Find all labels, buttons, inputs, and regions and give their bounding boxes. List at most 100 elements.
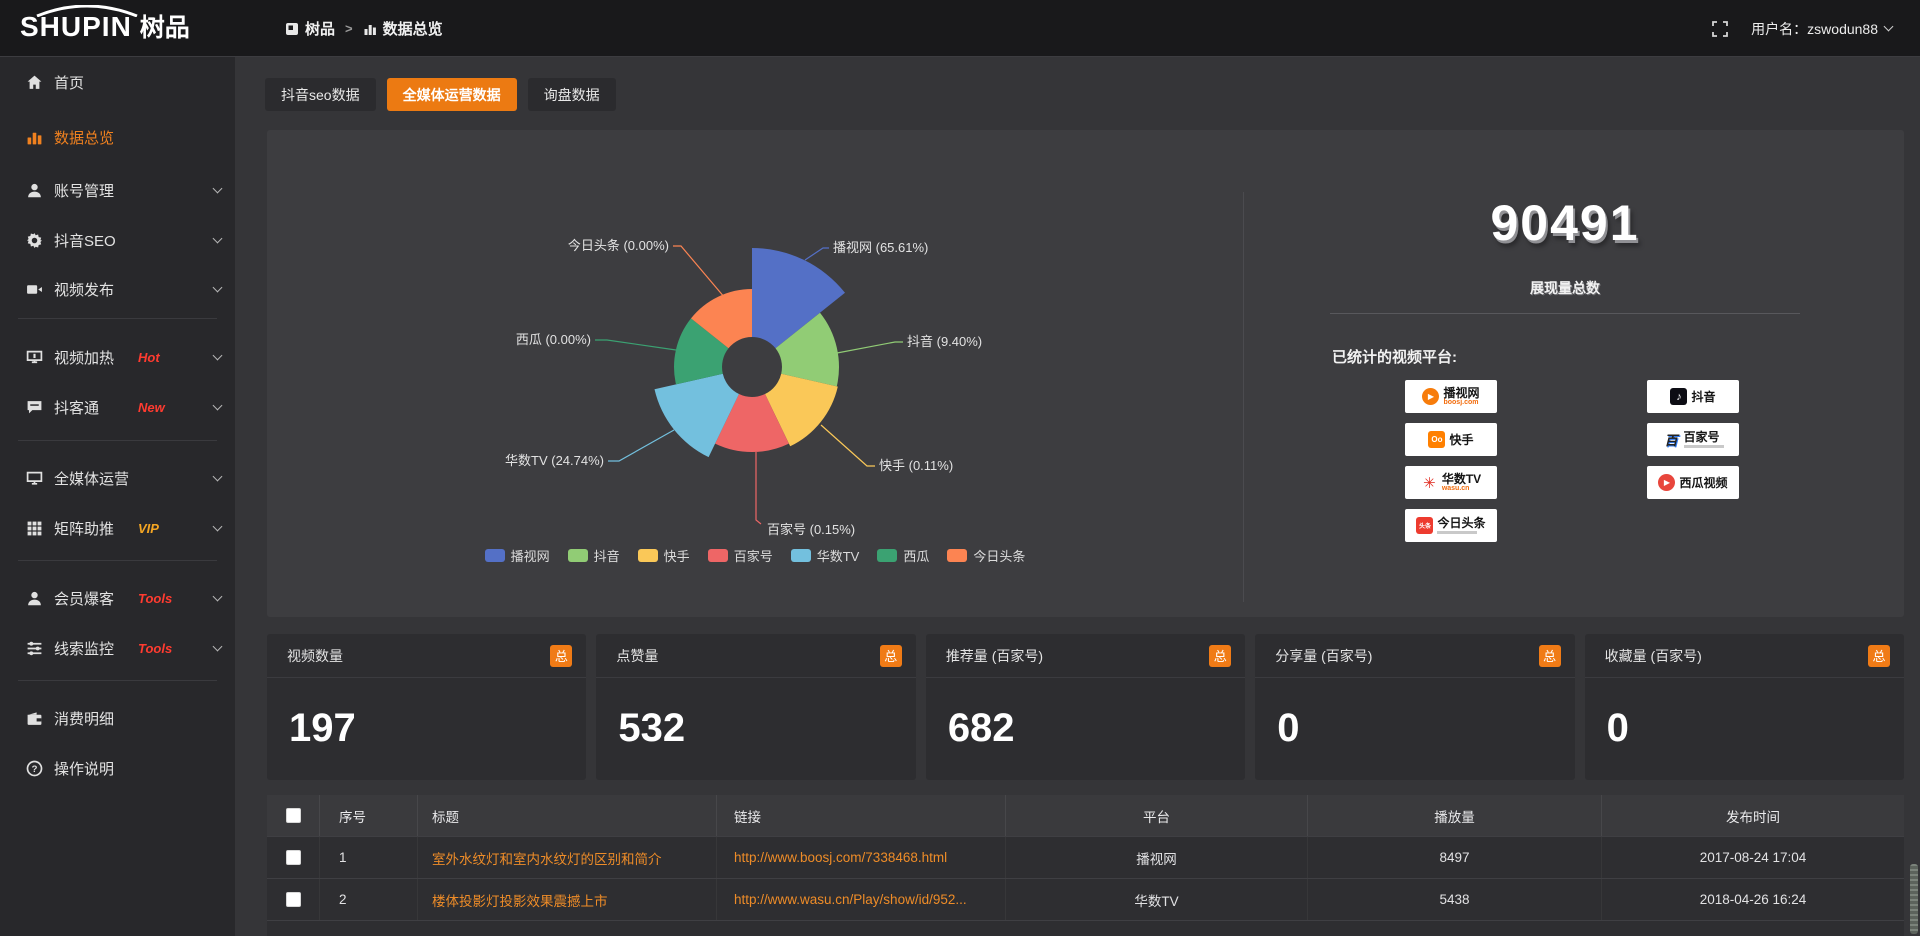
bar-chart-icon: [26, 129, 43, 146]
header-cell-标题: 标题: [417, 795, 716, 836]
legend-swatch: [877, 549, 897, 562]
question-icon-wrap: ?: [26, 760, 43, 777]
video-title-link[interactable]: 楼体投影灯投影效果震撼上市: [417, 879, 716, 920]
platform-sub: boosj.com: [1443, 399, 1478, 407]
breadcrumb-item-2[interactable]: 数据总览: [363, 18, 443, 39]
grid-icon-wrap: [26, 520, 43, 537]
legend-item-今日头条[interactable]: 今日头条: [947, 546, 1025, 565]
empty-cell: [1601, 921, 1904, 936]
summary-divider: [1330, 313, 1800, 314]
platform-badge-抖音: ♪抖音: [1647, 380, 1739, 413]
legend-swatch: [485, 549, 505, 562]
sidebar-item-操作说明[interactable]: ?操作说明: [0, 748, 235, 788]
sidebar-item-label: 矩阵助推: [54, 518, 114, 539]
stat-card-header: 视频数量 总: [267, 634, 586, 678]
pie-label-百家号: 百家号 (0.15%): [767, 522, 855, 537]
videos-table: 序号标题链接平台播放量发布时间1室外水纹灯和室内水纹灯的区别和简介http://…: [267, 795, 1904, 936]
sidebar-item-线索监控[interactable]: 线索监控Tools: [0, 628, 235, 668]
legend-swatch: [708, 549, 728, 562]
sidebar-item-会员爆客[interactable]: 会员爆客Tools: [0, 578, 235, 618]
breadcrumb-label: 数据总览: [383, 18, 443, 39]
sidebar-item-抖客通[interactable]: 抖客通New: [0, 387, 235, 427]
topbar-actions: 用户名：zswodun88: [1711, 0, 1892, 57]
chevron-down-icon: [213, 283, 223, 293]
tab-询盘数据[interactable]: 询盘数据: [528, 78, 616, 111]
legend-label: 今日头条: [973, 546, 1025, 565]
sidebar-item-抖音SEO[interactable]: 抖音SEO: [0, 220, 235, 260]
sidebar-item-首页[interactable]: 首页: [0, 62, 235, 102]
total-impressions-label: 展现量总数: [1330, 278, 1800, 298]
platform-badge-text: 华数TVwasu.cn: [1442, 473, 1481, 493]
grid-icon: [26, 520, 43, 537]
platform-badge-text: 播视网boosj.com: [1443, 387, 1479, 407]
legend-item-抖音[interactable]: 抖音: [568, 546, 620, 565]
legend-label: 百家号: [734, 546, 773, 565]
row-index: 1: [319, 837, 417, 878]
legend-item-播视网[interactable]: 播视网: [485, 546, 550, 565]
question-icon: ?: [26, 760, 43, 777]
sidebar-item-视频加热[interactable]: 视频加热Hot: [0, 337, 235, 377]
username-label: 用户名：zswodun88: [1751, 19, 1878, 39]
stat-card-title: 点赞量: [616, 646, 658, 666]
video-url-link[interactable]: http://www.boosj.com/7338468.html: [716, 837, 1005, 878]
sidebar-item-矩阵助推[interactable]: 矩阵助推VIP: [0, 508, 235, 548]
legend-item-华数TV[interactable]: 华数TV: [791, 546, 860, 565]
vertical-scrollbar-thumb[interactable]: [1910, 864, 1918, 934]
platform-cell: 华数TV: [1005, 879, 1307, 920]
row-checkbox[interactable]: [286, 892, 301, 907]
chat-icon-wrap: [26, 399, 43, 416]
tab-抖音seo数据[interactable]: 抖音seo数据: [265, 78, 376, 111]
sidebar-item-消费明细[interactable]: 消费明细: [0, 698, 235, 738]
logo-arc-icon: [32, 5, 142, 17]
pie-label-快手: 快手 (0.11%): [879, 458, 953, 473]
platform-name: 百家号: [1684, 431, 1720, 443]
sidebar-item-账号管理[interactable]: 账号管理: [0, 170, 235, 210]
fullscreen-icon[interactable]: [1711, 20, 1729, 38]
select-all-checkbox[interactable]: [286, 808, 301, 823]
legend-item-百家号[interactable]: 百家号: [708, 546, 773, 565]
stat-card-title: 分享量 (百家号): [1275, 646, 1372, 666]
legend-item-西瓜[interactable]: 西瓜: [877, 546, 929, 565]
stat-card-title: 收藏量 (百家号): [1605, 646, 1702, 666]
play-count-cell: 8497: [1307, 837, 1601, 878]
stat-card-header: 分享量 (百家号) 总: [1255, 634, 1574, 678]
sidebar-item-label: 全媒体运营: [54, 468, 129, 489]
sidebar-item-label: 会员爆客: [54, 588, 114, 609]
chevron-down-icon: [213, 184, 223, 194]
monitor-icon: [26, 470, 43, 487]
table-row: 1室外水纹灯和室内水纹灯的区别和简介http://www.boosj.com/7…: [267, 836, 1904, 878]
user-icon: [26, 182, 43, 199]
breadcrumb: 树品 > 数据总览: [285, 0, 443, 57]
gear-icon-wrap: [26, 232, 43, 249]
video-title-link[interactable]: 室外水纹灯和室内水纹灯的区别和简介: [417, 837, 716, 878]
total-badge: 总: [550, 645, 572, 667]
member-icon: [26, 590, 43, 607]
total-badge: 总: [1539, 645, 1561, 667]
sidebar-item-全媒体运营[interactable]: 全媒体运营: [0, 458, 235, 498]
pie-label-播视网: 播视网 (65.61%): [833, 240, 928, 255]
sidebar-item-label: 抖客通: [54, 397, 99, 418]
platforms-title: 已统计的视频平台:: [1332, 346, 1457, 367]
video-url-link[interactable]: http://www.wasu.cn/Play/show/id/952...: [716, 879, 1005, 920]
total-impressions-value: 90491: [1330, 194, 1800, 252]
sidebar-item-数据总览[interactable]: 数据总览: [0, 117, 235, 157]
legend-item-快手[interactable]: 快手: [638, 546, 690, 565]
breadcrumb-separator: >: [345, 21, 353, 36]
breadcrumb-item-1[interactable]: 树品: [285, 18, 335, 39]
breadcrumb-label: 树品: [305, 18, 335, 39]
tab-全媒体运营数据[interactable]: 全媒体运营数据: [387, 78, 517, 111]
user-menu[interactable]: 用户名：zswodun88: [1751, 19, 1892, 39]
data-tabs: 抖音seo数据全媒体运营数据询盘数据: [265, 78, 616, 111]
svg-text:?: ?: [32, 763, 38, 774]
monitor-heat-icon-wrap: [26, 349, 43, 366]
stat-card-value: 197: [289, 706, 356, 751]
platform-badge-text: 百家号: [1684, 431, 1724, 448]
overview-panel: 播视网 (65.61%)抖音 (9.40%)快手 (0.11%)百家号 (0.1…: [267, 130, 1904, 617]
pie-label-line-华数TV: [608, 430, 674, 461]
row-checkbox[interactable]: [286, 850, 301, 865]
stat-card-value: 0: [1277, 706, 1299, 751]
pie-label-华数TV: 华数TV (24.74%): [505, 453, 604, 468]
empty-cell: [1307, 921, 1601, 936]
sidebar-item-视频发布[interactable]: 视频发布: [0, 269, 235, 309]
stat-card-title: 视频数量: [287, 646, 343, 666]
